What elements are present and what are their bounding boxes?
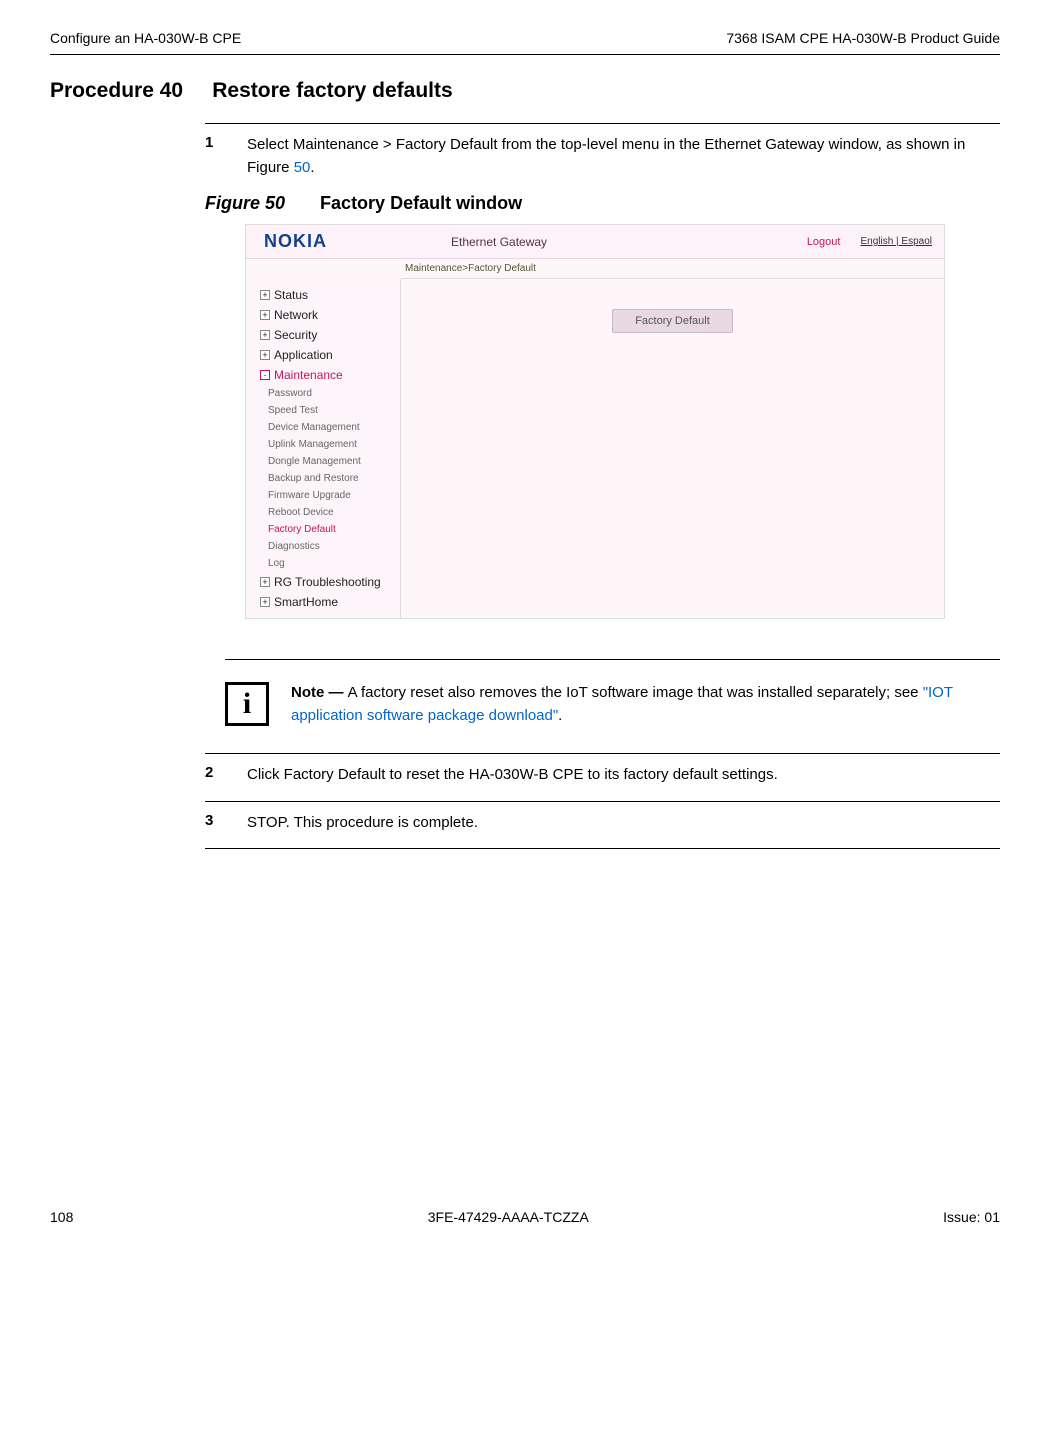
note-text-b: . xyxy=(558,707,562,724)
step-2-number: 2 xyxy=(205,764,219,787)
note-prefix: Note — xyxy=(291,684,348,701)
sidebar-item-firmware-upgrade[interactable]: Firmware Upgrade xyxy=(246,487,400,504)
expand-icon: + xyxy=(260,350,270,360)
info-icon-glyph: i xyxy=(243,687,251,721)
breadcrumb: Maintenance>Factory Default xyxy=(401,259,944,279)
figure-label: Figure 50 xyxy=(205,193,285,213)
sidebar-item-application[interactable]: + Application xyxy=(246,345,400,365)
header-left: Configure an HA-030W-B CPE xyxy=(50,30,241,46)
screenshot-figure: NOKIA Ethernet Gateway Logout English | … xyxy=(245,224,945,619)
procedure-heading: Procedure 40 Restore factory defaults xyxy=(50,79,1000,103)
step-1-number: 1 xyxy=(205,134,219,179)
expand-icon: + xyxy=(260,290,270,300)
page-footer: 108 3FE-47429-AAAA-TCZZA Issue: 01 xyxy=(50,1209,1000,1225)
expand-icon: + xyxy=(260,330,270,340)
figure-ref-link[interactable]: 50 xyxy=(294,159,311,176)
sidebar-label-network: Network xyxy=(274,308,318,322)
sidebar-item-reboot-device[interactable]: Reboot Device xyxy=(246,504,400,521)
screenshot-body: +Status +Network +Security +Application … xyxy=(246,279,944,618)
expand-icon: + xyxy=(260,577,270,587)
step-1-text: Select Maintenance > Factory Default fro… xyxy=(247,134,1000,179)
sidebar-item-backup-restore[interactable]: Backup and Restore xyxy=(246,470,400,487)
step-1-text-b: . xyxy=(310,159,314,176)
logout-link[interactable]: Logout xyxy=(807,236,861,248)
sidebar-item-rg-troubleshooting[interactable]: + RG Troubleshooting xyxy=(246,572,400,592)
collapse-icon: - xyxy=(260,370,270,380)
issue-number: Issue: 01 xyxy=(943,1209,1000,1225)
nokia-logo: NOKIA xyxy=(246,231,401,252)
expand-icon: + xyxy=(260,597,270,607)
sidebar-item-diagnostics[interactable]: Diagnostics xyxy=(246,538,400,555)
procedure-label: Procedure 40 xyxy=(50,79,183,102)
sidebar-item-network[interactable]: + Network xyxy=(246,305,400,325)
sidebar-label-rg: RG Troubleshooting xyxy=(274,575,381,589)
sidebar-label-security: Security xyxy=(274,328,317,342)
language-selector[interactable]: English | Espaol xyxy=(860,236,944,247)
sidebar-label-smarthome: SmartHome xyxy=(274,595,338,609)
procedure-title-text: Restore factory defaults xyxy=(212,79,452,102)
note-text-a: A factory reset also removes the IoT sof… xyxy=(348,684,923,701)
step-3-number: 3 xyxy=(205,812,219,835)
header-right: 7368 ISAM CPE HA-030W-B Product Guide xyxy=(726,30,1000,46)
sidebar-item-status[interactable]: + Status xyxy=(246,285,400,305)
step-2: 2 Click Factory Default to reset the HA-… xyxy=(205,753,1000,787)
expand-icon: + xyxy=(260,310,270,320)
info-icon: i xyxy=(225,682,269,726)
sidebar-item-password[interactable]: Password xyxy=(246,385,400,402)
note-block: i Note — A factory reset also removes th… xyxy=(225,659,1000,727)
doc-number: 3FE-47429-AAAA-TCZZA xyxy=(428,1209,589,1225)
step-1: 1 Select Maintenance > Factory Default f… xyxy=(205,123,1000,179)
sidebar-item-smarthome[interactable]: + SmartHome xyxy=(246,592,400,612)
step-3-text: STOP. This procedure is complete. xyxy=(247,812,478,835)
step-3: 3 STOP. This procedure is complete. xyxy=(205,801,1000,850)
sidebar-item-log[interactable]: Log xyxy=(246,555,400,572)
screenshot-main-panel: Factory Default xyxy=(401,279,944,618)
sidebar-item-maintenance[interactable]: -Maintenance xyxy=(246,365,400,385)
note-text: Note — A factory reset also removes the … xyxy=(291,682,1000,727)
sidebar-label-maintenance: Maintenance xyxy=(274,368,343,382)
step-2-text: Click Factory Default to reset the HA-03… xyxy=(247,764,778,787)
page-number: 108 xyxy=(50,1209,73,1225)
sidebar-nav: +Status +Network +Security +Application … xyxy=(246,279,401,618)
figure-caption: Figure 50 Factory Default window xyxy=(205,193,1000,214)
sidebar-item-device-management[interactable]: Device Management xyxy=(246,419,400,436)
sidebar-item-security[interactable]: + Security xyxy=(246,325,400,345)
sidebar-label-status: Status xyxy=(274,288,308,302)
header-rule xyxy=(50,54,1000,55)
factory-default-button[interactable]: Factory Default xyxy=(612,309,733,333)
sidebar-item-uplink-management[interactable]: Uplink Management xyxy=(246,436,400,453)
screenshot-header: NOKIA Ethernet Gateway Logout English | … xyxy=(246,225,944,259)
figure-title: Factory Default window xyxy=(320,193,522,213)
sidebar-label-application: Application xyxy=(274,348,333,362)
sidebar-item-factory-default[interactable]: Factory Default xyxy=(246,521,400,538)
step-1-text-a: Select Maintenance > Factory Default fro… xyxy=(247,136,965,176)
gateway-title: Ethernet Gateway xyxy=(401,235,807,249)
sidebar-item-speed-test[interactable]: Speed Test xyxy=(246,402,400,419)
sidebar-item-dongle-management[interactable]: Dongle Management xyxy=(246,453,400,470)
